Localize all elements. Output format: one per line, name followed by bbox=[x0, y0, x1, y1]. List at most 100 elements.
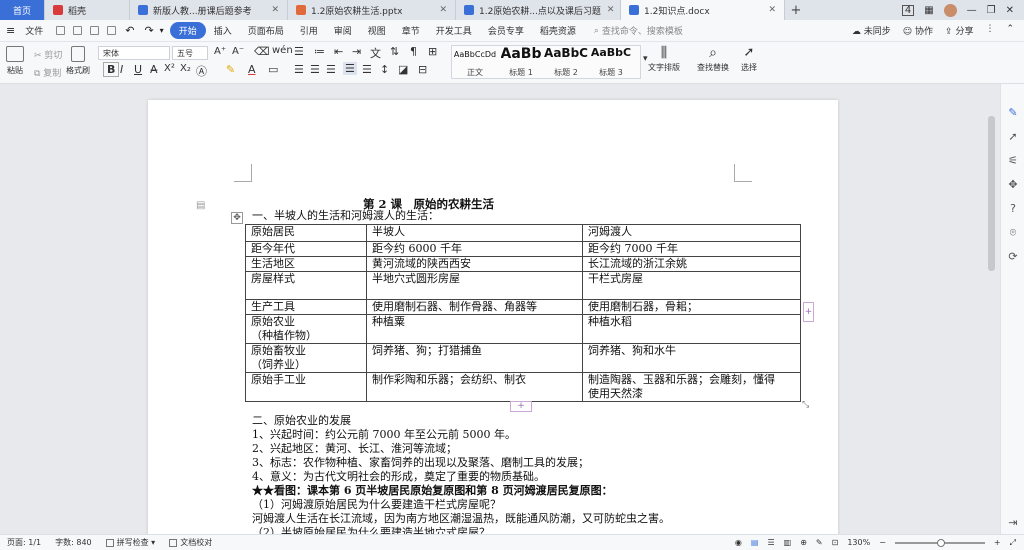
tab-doc-answers[interactable]: 新版人教...册课后题参考 ✕ bbox=[130, 0, 288, 20]
close-window-icon[interactable]: ✕ bbox=[1006, 5, 1014, 16]
table-icon[interactable]: ⊞ bbox=[428, 45, 437, 58]
grid-icon[interactable]: ▦ bbox=[924, 5, 933, 16]
help-icon[interactable]: ? bbox=[1006, 202, 1020, 216]
paste-button[interactable]: 粘贴 bbox=[6, 46, 24, 76]
copy-button[interactable]: ⧉ 复制 bbox=[34, 66, 61, 79]
spell-check-toggle[interactable]: 拼写检查 ▾ bbox=[99, 537, 163, 548]
page-view-icon[interactable]: ▤ bbox=[751, 538, 759, 547]
tab-active-doc[interactable]: 1.2知识点.docx ✕ bbox=[621, 0, 785, 20]
sync-status[interactable]: ☁ 未同步 bbox=[852, 24, 891, 37]
menu-developer[interactable]: 开发工具 bbox=[428, 24, 480, 37]
align-right-icon[interactable]: ☰ bbox=[326, 63, 336, 76]
word-count[interactable]: 字数: 840 bbox=[48, 537, 99, 548]
underline-button[interactable]: U bbox=[134, 63, 142, 76]
preview-icon[interactable] bbox=[107, 26, 117, 35]
font-color-icon[interactable]: A bbox=[248, 63, 256, 76]
read-view-icon[interactable]: ▥ bbox=[784, 538, 792, 547]
show-marks-icon[interactable]: ¶ bbox=[410, 45, 417, 58]
pen-icon[interactable]: ✎ bbox=[1006, 106, 1020, 120]
table-cell[interactable]: 种植粟 bbox=[366, 314, 583, 344]
table-cell[interactable]: 房屋样式 bbox=[245, 271, 367, 300]
collaborate-button[interactable]: ☺ 协作 bbox=[903, 24, 933, 37]
zoom-level[interactable]: 130% bbox=[847, 538, 870, 547]
shading-icon[interactable]: ◪ bbox=[398, 63, 408, 76]
add-row-button[interactable]: + bbox=[510, 401, 532, 412]
align-center-icon[interactable]: ☰ bbox=[310, 63, 320, 76]
table-cell[interactable]: 半坡人 bbox=[366, 224, 583, 242]
sync-icon[interactable]: ⟳ bbox=[1006, 250, 1020, 264]
save-icon[interactable] bbox=[73, 26, 83, 35]
doc-check-toggle[interactable]: 文档校对 bbox=[162, 537, 219, 548]
style-gallery-more-icon[interactable]: ▾ bbox=[643, 54, 648, 64]
sort-icon[interactable]: ⇅ bbox=[390, 45, 399, 58]
table-move-handle[interactable]: ✥ bbox=[231, 212, 243, 224]
zoom-in-icon[interactable]: + bbox=[994, 538, 1001, 547]
fullscreen-icon[interactable]: ⤢ bbox=[1010, 538, 1016, 548]
write-view-icon[interactable]: ✎ bbox=[816, 538, 823, 547]
menu-home[interactable]: 开始 bbox=[169, 22, 206, 39]
more-icon[interactable]: ⋮ bbox=[985, 24, 994, 37]
table-cell[interactable]: 生产工具 bbox=[245, 299, 367, 315]
avatar[interactable] bbox=[943, 3, 957, 17]
border-icon[interactable]: ⊟ bbox=[418, 63, 427, 76]
table-cell[interactable]: 半地穴式圆形房屋 bbox=[366, 271, 583, 300]
location-icon[interactable]: ⌾ bbox=[1006, 226, 1020, 240]
table-cell[interactable]: 距今约 7000 千年 bbox=[582, 241, 801, 257]
fit-page-icon[interactable]: ⊡ bbox=[832, 538, 839, 547]
menu-member[interactable]: 会员专享 bbox=[480, 24, 532, 37]
find-replace-button[interactable]: ⌕ 查找替换 bbox=[697, 44, 729, 73]
add-column-button[interactable]: + bbox=[803, 302, 814, 322]
chinese-layout-icon[interactable]: 文 bbox=[370, 45, 381, 61]
table-cell[interactable]: 使用磨制石器、制作骨器、角器等 bbox=[366, 299, 583, 315]
web-view-icon[interactable]: ⊕ bbox=[800, 538, 807, 547]
close-icon[interactable]: ✕ bbox=[601, 5, 615, 15]
phonetic-icon[interactable]: wén bbox=[272, 45, 293, 56]
table-cell[interactable]: 距今约 6000 千年 bbox=[366, 241, 583, 257]
line-spacing-icon[interactable]: ↕ bbox=[380, 63, 389, 76]
eye-icon[interactable]: ◉ bbox=[735, 538, 742, 547]
table-cell[interactable]: 制作彩陶和乐器；会纺织、制衣 bbox=[366, 372, 583, 402]
superscript-button[interactable]: X² bbox=[164, 63, 175, 74]
open-icon[interactable] bbox=[56, 26, 66, 35]
table-cell[interactable]: 原始农业 （种植作物） bbox=[245, 314, 367, 344]
close-icon[interactable]: ✕ bbox=[762, 5, 776, 15]
tab-pptx[interactable]: 1.2原始农耕生活.pptx ✕ bbox=[288, 0, 456, 20]
table-cell[interactable]: 干栏式房屋 bbox=[582, 271, 801, 300]
document-page[interactable]: ▤ ✥ 第 2 课 原始的农耕生活 一、半坡人的生活和河姆渡人的生活： 原始居民… bbox=[148, 100, 838, 534]
format-painter-button[interactable]: 格式刷 bbox=[66, 46, 90, 76]
table-cell[interactable]: 饲养猪、狗；打猎捕鱼 bbox=[366, 343, 583, 373]
table-cell[interactable]: 制造陶器、玉器和乐器；会雕刻，懂得 使用天然漆 bbox=[582, 372, 801, 402]
share-button[interactable]: ⇪ 分享 bbox=[945, 24, 973, 37]
page-badge[interactable]: 4 bbox=[901, 4, 915, 16]
cursor-icon[interactable]: ➚ bbox=[1006, 130, 1020, 144]
char-border-icon[interactable]: ▭ bbox=[268, 63, 278, 76]
table-cell[interactable]: 黄河流域的陕西西安 bbox=[366, 256, 583, 272]
shapes-icon[interactable]: ✥ bbox=[1006, 178, 1020, 192]
highlight-icon[interactable]: ✎ bbox=[226, 63, 235, 76]
cut-button[interactable]: ✂ 剪切 bbox=[34, 48, 62, 61]
menu-icon[interactable]: ≡ bbox=[6, 24, 15, 37]
style-heading-2[interactable]: AaBbC 标题 2 bbox=[544, 46, 588, 78]
select-button[interactable]: ➚ 选择 bbox=[741, 44, 757, 73]
font-size-select[interactable]: 五号 bbox=[172, 46, 208, 60]
italic-button[interactable]: I bbox=[120, 63, 123, 76]
menu-view[interactable]: 视图 bbox=[360, 24, 394, 37]
command-search[interactable]: ⌕ 查找命令、搜索模板 bbox=[594, 24, 683, 38]
table-cell[interactable]: 距今年代 bbox=[245, 241, 367, 257]
new-tab-button[interactable]: + bbox=[785, 0, 807, 20]
text-effect-icon[interactable]: Ⓐ bbox=[196, 63, 207, 79]
table-cell[interactable]: 原始居民 bbox=[245, 224, 367, 242]
menu-references[interactable]: 引用 bbox=[292, 24, 326, 37]
distributed-icon[interactable]: ☰ bbox=[362, 63, 372, 76]
strikethrough-button[interactable]: A̶ bbox=[150, 63, 158, 76]
minimize-icon[interactable]: — bbox=[967, 5, 977, 16]
tab-doc-exercises[interactable]: 1.2原始农耕...点以及课后习题 ✕ bbox=[456, 0, 621, 20]
bullet-list-icon[interactable]: ☰ bbox=[294, 45, 304, 58]
menu-insert[interactable]: 插入 bbox=[206, 24, 240, 37]
tab-docer[interactable]: 稻壳 bbox=[45, 0, 130, 20]
style-heading-1[interactable]: AaBb 标题 1 bbox=[499, 46, 543, 78]
document-area[interactable]: ▤ ✥ 第 2 课 原始的农耕生活 一、半坡人的生活和河姆渡人的生活： 原始居民… bbox=[0, 84, 1000, 534]
table-resize-icon[interactable]: ⤡ bbox=[802, 400, 809, 410]
tab-home[interactable]: 首页 bbox=[0, 0, 45, 20]
menu-docer[interactable]: 稻壳资源 bbox=[532, 24, 584, 37]
